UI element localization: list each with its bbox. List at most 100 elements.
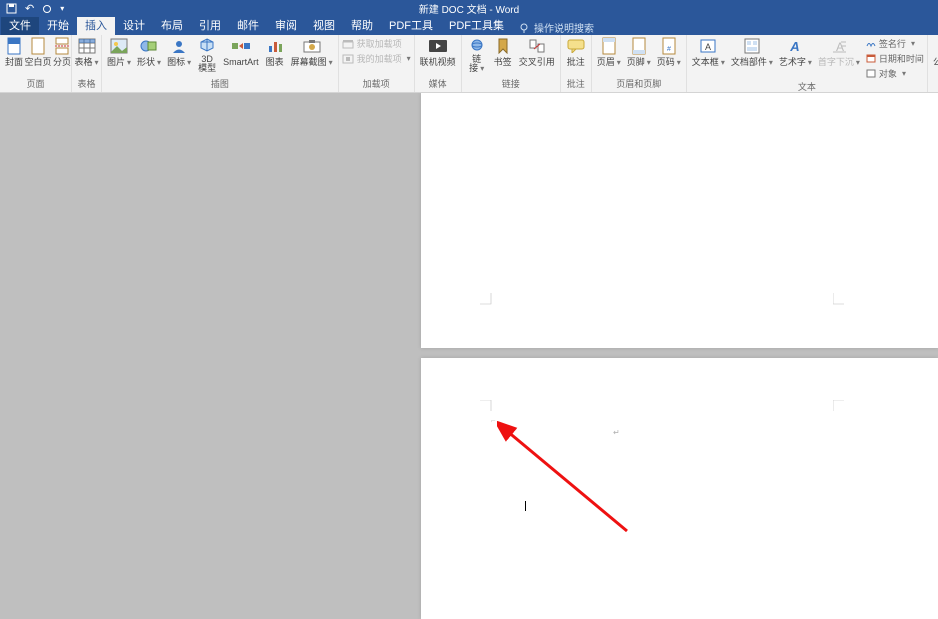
tell-me-label: 操作说明搜索 — [534, 20, 594, 35]
online-video-button[interactable]: 联机视频 — [418, 37, 458, 67]
tab-design[interactable]: 设计 — [115, 15, 153, 35]
screenshot-button[interactable]: 屏幕截图▾ — [289, 37, 335, 68]
document-workspace[interactable]: ⌐ ↵ — [0, 93, 938, 619]
blank-page-icon — [28, 37, 48, 55]
wordart-button[interactable]: A 艺术字▾ — [777, 37, 814, 68]
icons-label: 图标 — [167, 57, 185, 67]
picture-icon — [109, 37, 129, 55]
pagenum-button[interactable]: # 页码▾ — [655, 37, 683, 68]
3d-model-button[interactable]: 3D模型 — [195, 37, 219, 73]
document-page-1[interactable] — [421, 93, 938, 348]
shapes-icon — [139, 37, 159, 55]
window-title: 新建 DOC 文档 - Word — [419, 1, 519, 16]
3d-model-icon — [197, 37, 217, 53]
smartart-icon — [231, 37, 251, 55]
picture-button[interactable]: 图片▾ — [105, 37, 133, 68]
blank-page-label: 空白页 — [25, 57, 52, 67]
tell-me-search[interactable]: 操作说明搜索 — [518, 20, 594, 35]
wordart-label: 艺术字 — [779, 57, 806, 67]
link-button[interactable]: 链接▾ — [465, 37, 489, 73]
svg-text:A: A — [705, 42, 711, 52]
dropcap-button[interactable]: A 首字下沉▾ — [816, 37, 862, 68]
group-addins-label: 加载项 — [342, 77, 411, 92]
bookmark-label: 书签 — [494, 57, 512, 67]
object-button[interactable]: 对象▾ — [866, 67, 924, 80]
quick-access-toolbar: ↶ ▾ — [0, 2, 64, 15]
group-illustrations-label: 插图 — [105, 77, 335, 92]
tab-pdftools[interactable]: PDF工具 — [381, 15, 441, 35]
redo-icon[interactable] — [42, 4, 52, 14]
tab-file[interactable]: 文件 — [1, 15, 39, 35]
footer-label: 页脚 — [627, 57, 645, 67]
tab-view[interactable]: 视图 — [305, 15, 343, 35]
calendar-icon — [866, 54, 876, 63]
chart-button[interactable]: 图表 — [263, 37, 287, 67]
cursor-position: ⌐ — [491, 416, 496, 425]
shapes-button[interactable]: 形状▾ — [135, 37, 163, 68]
text-cursor — [525, 501, 526, 511]
quickparts-icon — [742, 37, 762, 55]
object-icon — [866, 69, 876, 78]
textbox-button[interactable]: A 文本框▾ — [690, 37, 727, 68]
quickparts-button[interactable]: 文档部件▾ — [729, 37, 775, 68]
smartart-button[interactable]: SmartArt — [221, 37, 261, 67]
group-pages-label: 页面 — [3, 77, 68, 92]
header-button[interactable]: 页眉▾ — [595, 37, 623, 68]
video-icon — [428, 37, 448, 55]
footer-button[interactable]: 页脚▾ — [625, 37, 653, 68]
document-page-2[interactable]: ⌐ ↵ — [421, 358, 938, 619]
page-break-button[interactable]: 分页 — [51, 37, 73, 67]
icons-button[interactable]: 图标▾ — [165, 37, 193, 68]
tab-home[interactable]: 开始 — [39, 15, 77, 35]
datetime-button[interactable]: 日期和时间 — [866, 52, 924, 65]
tab-help[interactable]: 帮助 — [343, 15, 381, 35]
tab-pdfset[interactable]: PDF工具集 — [441, 15, 512, 35]
signature-line-button[interactable]: 签名行▾ — [866, 37, 924, 50]
dropcap-label: 首字下沉 — [818, 57, 854, 67]
crop-mark-icon — [480, 293, 492, 305]
undo-icon[interactable]: ↶ — [25, 2, 34, 15]
group-symbols-label: 符号 — [931, 77, 938, 92]
group-illustrations: 图片▾ 形状▾ 图标▾ 3D模型 SmartArt 图表 — [102, 35, 339, 92]
tab-insert[interactable]: 插入 — [77, 15, 115, 35]
bookmark-button[interactable]: 书签 — [491, 37, 515, 67]
screenshot-icon — [302, 37, 322, 55]
table-icon — [77, 37, 97, 55]
crossref-button[interactable]: 交叉引用 — [517, 37, 557, 67]
page-break-label: 分页 — [53, 57, 71, 67]
3d-model-label: 3D模型 — [198, 55, 216, 73]
group-pages: 封面 空白页 分页 页面 — [0, 35, 72, 92]
footer-icon — [629, 37, 649, 55]
equation-label: 公式 — [933, 57, 938, 67]
comment-label: 批注 — [567, 57, 585, 67]
equation-button[interactable]: π 公式▾ — [931, 37, 938, 68]
signature-icon — [866, 39, 876, 48]
cover-page-label: 封面 — [5, 57, 23, 67]
qat-more-icon[interactable]: ▾ — [60, 4, 64, 13]
blank-page-button[interactable]: 空白页 — [27, 37, 49, 67]
tab-mailings[interactable]: 邮件 — [229, 15, 267, 35]
comment-button[interactable]: 批注 — [564, 37, 588, 67]
cover-page-icon — [4, 37, 24, 55]
page-break-icon — [52, 37, 72, 55]
group-media: 联机视频 媒体 — [415, 35, 462, 92]
crop-mark-icon — [480, 400, 492, 412]
get-addins-button[interactable]: 获取加载项 — [342, 37, 411, 50]
group-comments: 批注 批注 — [561, 35, 592, 92]
tab-layout[interactable]: 布局 — [153, 15, 191, 35]
crossref-label: 交叉引用 — [519, 57, 555, 67]
link-label: 链接▾ — [469, 55, 484, 73]
tab-references[interactable]: 引用 — [191, 15, 229, 35]
group-tables-label: 表格 — [75, 77, 98, 92]
shapes-label: 形状 — [137, 57, 155, 67]
save-icon[interactable] — [6, 3, 17, 14]
group-addins: 获取加载项 我的加载项▾ 加载项 — [339, 35, 415, 92]
my-addins-button[interactable]: 我的加载项▾ — [342, 52, 411, 65]
group-headerfooter-label: 页眉和页脚 — [595, 77, 683, 92]
cover-page-button[interactable]: 封面 — [3, 37, 25, 67]
picture-label: 图片 — [107, 57, 125, 67]
table-button[interactable]: 表格▾ — [75, 37, 98, 68]
object-label: 对象 — [879, 67, 897, 80]
tab-review[interactable]: 审阅 — [267, 15, 305, 35]
paragraph-mark-icon: ↵ — [613, 428, 620, 437]
